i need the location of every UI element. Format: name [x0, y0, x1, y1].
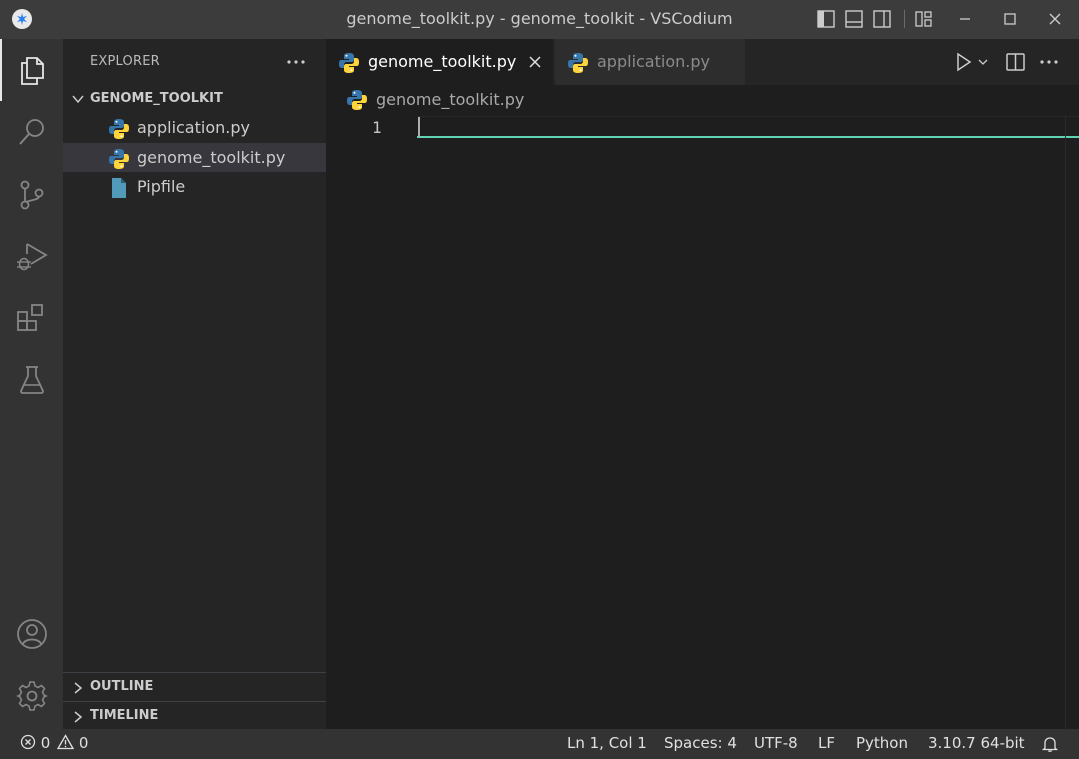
python-file-icon	[339, 53, 359, 73]
title-bar-separator	[904, 10, 905, 28]
python-file-icon	[568, 53, 588, 73]
file-label: application.py	[137, 118, 250, 137]
file-label: Pipfile	[137, 177, 186, 196]
sidebar-title: EXPLORER	[90, 54, 160, 69]
breadcrumb-file[interactable]: genome_toolkit.py	[376, 90, 524, 109]
run-debug-activity[interactable]	[0, 225, 63, 287]
folder-genome-toolkit[interactable]: GENOME_TOOLKIT	[63, 88, 326, 110]
line-number: 1	[372, 118, 382, 137]
code-editor[interactable]	[417, 115, 1067, 715]
testing-icon	[20, 366, 44, 394]
minimize-icon[interactable]	[955, 9, 975, 29]
extensions-activity[interactable]	[0, 287, 63, 349]
problems-indicator[interactable]: 0 0	[20, 734, 88, 752]
chevron-right-icon	[74, 682, 83, 694]
status-bar: 0 0 Ln 1, Col 1 Spaces: 4 UTF-8 LF Pytho…	[0, 729, 1079, 759]
error-count: 0	[40, 734, 51, 752]
tab-application[interactable]: application.py	[555, 39, 745, 85]
file-item-application[interactable]: application.py	[63, 113, 326, 142]
python-interpreter[interactable]: 3.10.7 64-bit	[928, 734, 1025, 752]
editor-scrollbar[interactable]	[1065, 115, 1079, 729]
python-file-icon	[109, 119, 129, 139]
explorer-sidebar: EXPLORER GENOME_TOOLKIT application.py g…	[63, 39, 326, 729]
activity-bar	[0, 39, 63, 729]
outline-section[interactable]: OUTLINE	[63, 672, 326, 701]
section-label: OUTLINE	[90, 679, 154, 694]
run-python-file-icon[interactable]	[954, 51, 988, 73]
file-item-pipfile[interactable]: Pipfile	[63, 172, 326, 201]
source-control-activity[interactable]	[0, 163, 63, 225]
testing-activity[interactable]	[0, 349, 63, 411]
editor-more-actions-icon[interactable]	[1038, 51, 1060, 73]
warning-icon	[56, 734, 75, 750]
folder-label: GENOME_TOOLKIT	[90, 91, 223, 106]
text-cursor	[418, 117, 420, 137]
error-icon	[20, 734, 36, 750]
settings-gear-icon	[16, 681, 48, 711]
section-label: TIMELINE	[90, 708, 159, 723]
manage-activity[interactable]	[0, 665, 63, 727]
account-icon	[17, 619, 47, 649]
extensions-icon	[17, 304, 43, 331]
python-file-icon	[109, 149, 129, 169]
notifications-bell-icon[interactable]	[1041, 735, 1059, 753]
accounts-activity[interactable]	[0, 603, 63, 665]
toggle-secondary-sidebar-icon[interactable]	[872, 9, 892, 29]
close-window-icon[interactable]	[1045, 9, 1065, 29]
files-icon	[21, 57, 44, 85]
file-item-genome-toolkit[interactable]: genome_toolkit.py	[63, 143, 326, 172]
toggle-panel-icon[interactable]	[844, 9, 864, 29]
close-tab-icon[interactable]	[527, 54, 543, 70]
python-file-icon	[347, 90, 367, 110]
customize-layout-icon[interactable]	[914, 9, 934, 29]
tab-bar: genome_toolkit.py application.py	[326, 39, 1079, 85]
eol-setting[interactable]: LF	[818, 734, 835, 752]
chevron-right-icon	[74, 711, 83, 723]
encoding-setting[interactable]: UTF-8	[754, 734, 798, 752]
split-editor-icon[interactable]	[1005, 51, 1027, 73]
generic-file-icon	[112, 178, 126, 198]
timeline-section[interactable]: TIMELINE	[63, 701, 326, 730]
chevron-down-icon	[72, 95, 84, 104]
tab-label: genome_toolkit.py	[368, 52, 517, 71]
active-indicator	[0, 39, 2, 101]
search-activity[interactable]	[0, 101, 63, 163]
warning-count: 0	[78, 734, 89, 752]
cursor-position[interactable]: Ln 1, Col 1	[567, 734, 647, 752]
more-actions-icon[interactable]	[285, 52, 307, 72]
explorer-activity[interactable]	[0, 39, 63, 101]
breadcrumb: genome_toolkit.py	[326, 85, 1079, 115]
tab-genome-toolkit[interactable]: genome_toolkit.py	[326, 39, 553, 85]
source-control-icon	[20, 180, 44, 210]
language-mode[interactable]: Python	[856, 734, 908, 752]
tab-label: application.py	[597, 52, 710, 71]
title-bar: genome_toolkit.py - genome_toolkit - VSC…	[0, 0, 1079, 39]
editor-area: genome_toolkit.py application.py genome_…	[326, 39, 1079, 729]
indentation-setting[interactable]: Spaces: 4	[664, 734, 737, 752]
search-icon	[19, 119, 44, 145]
toggle-primary-sidebar-icon[interactable]	[816, 9, 836, 29]
run-debug-icon	[17, 243, 48, 271]
file-label: genome_toolkit.py	[137, 148, 286, 167]
maximize-icon[interactable]	[1000, 9, 1020, 29]
